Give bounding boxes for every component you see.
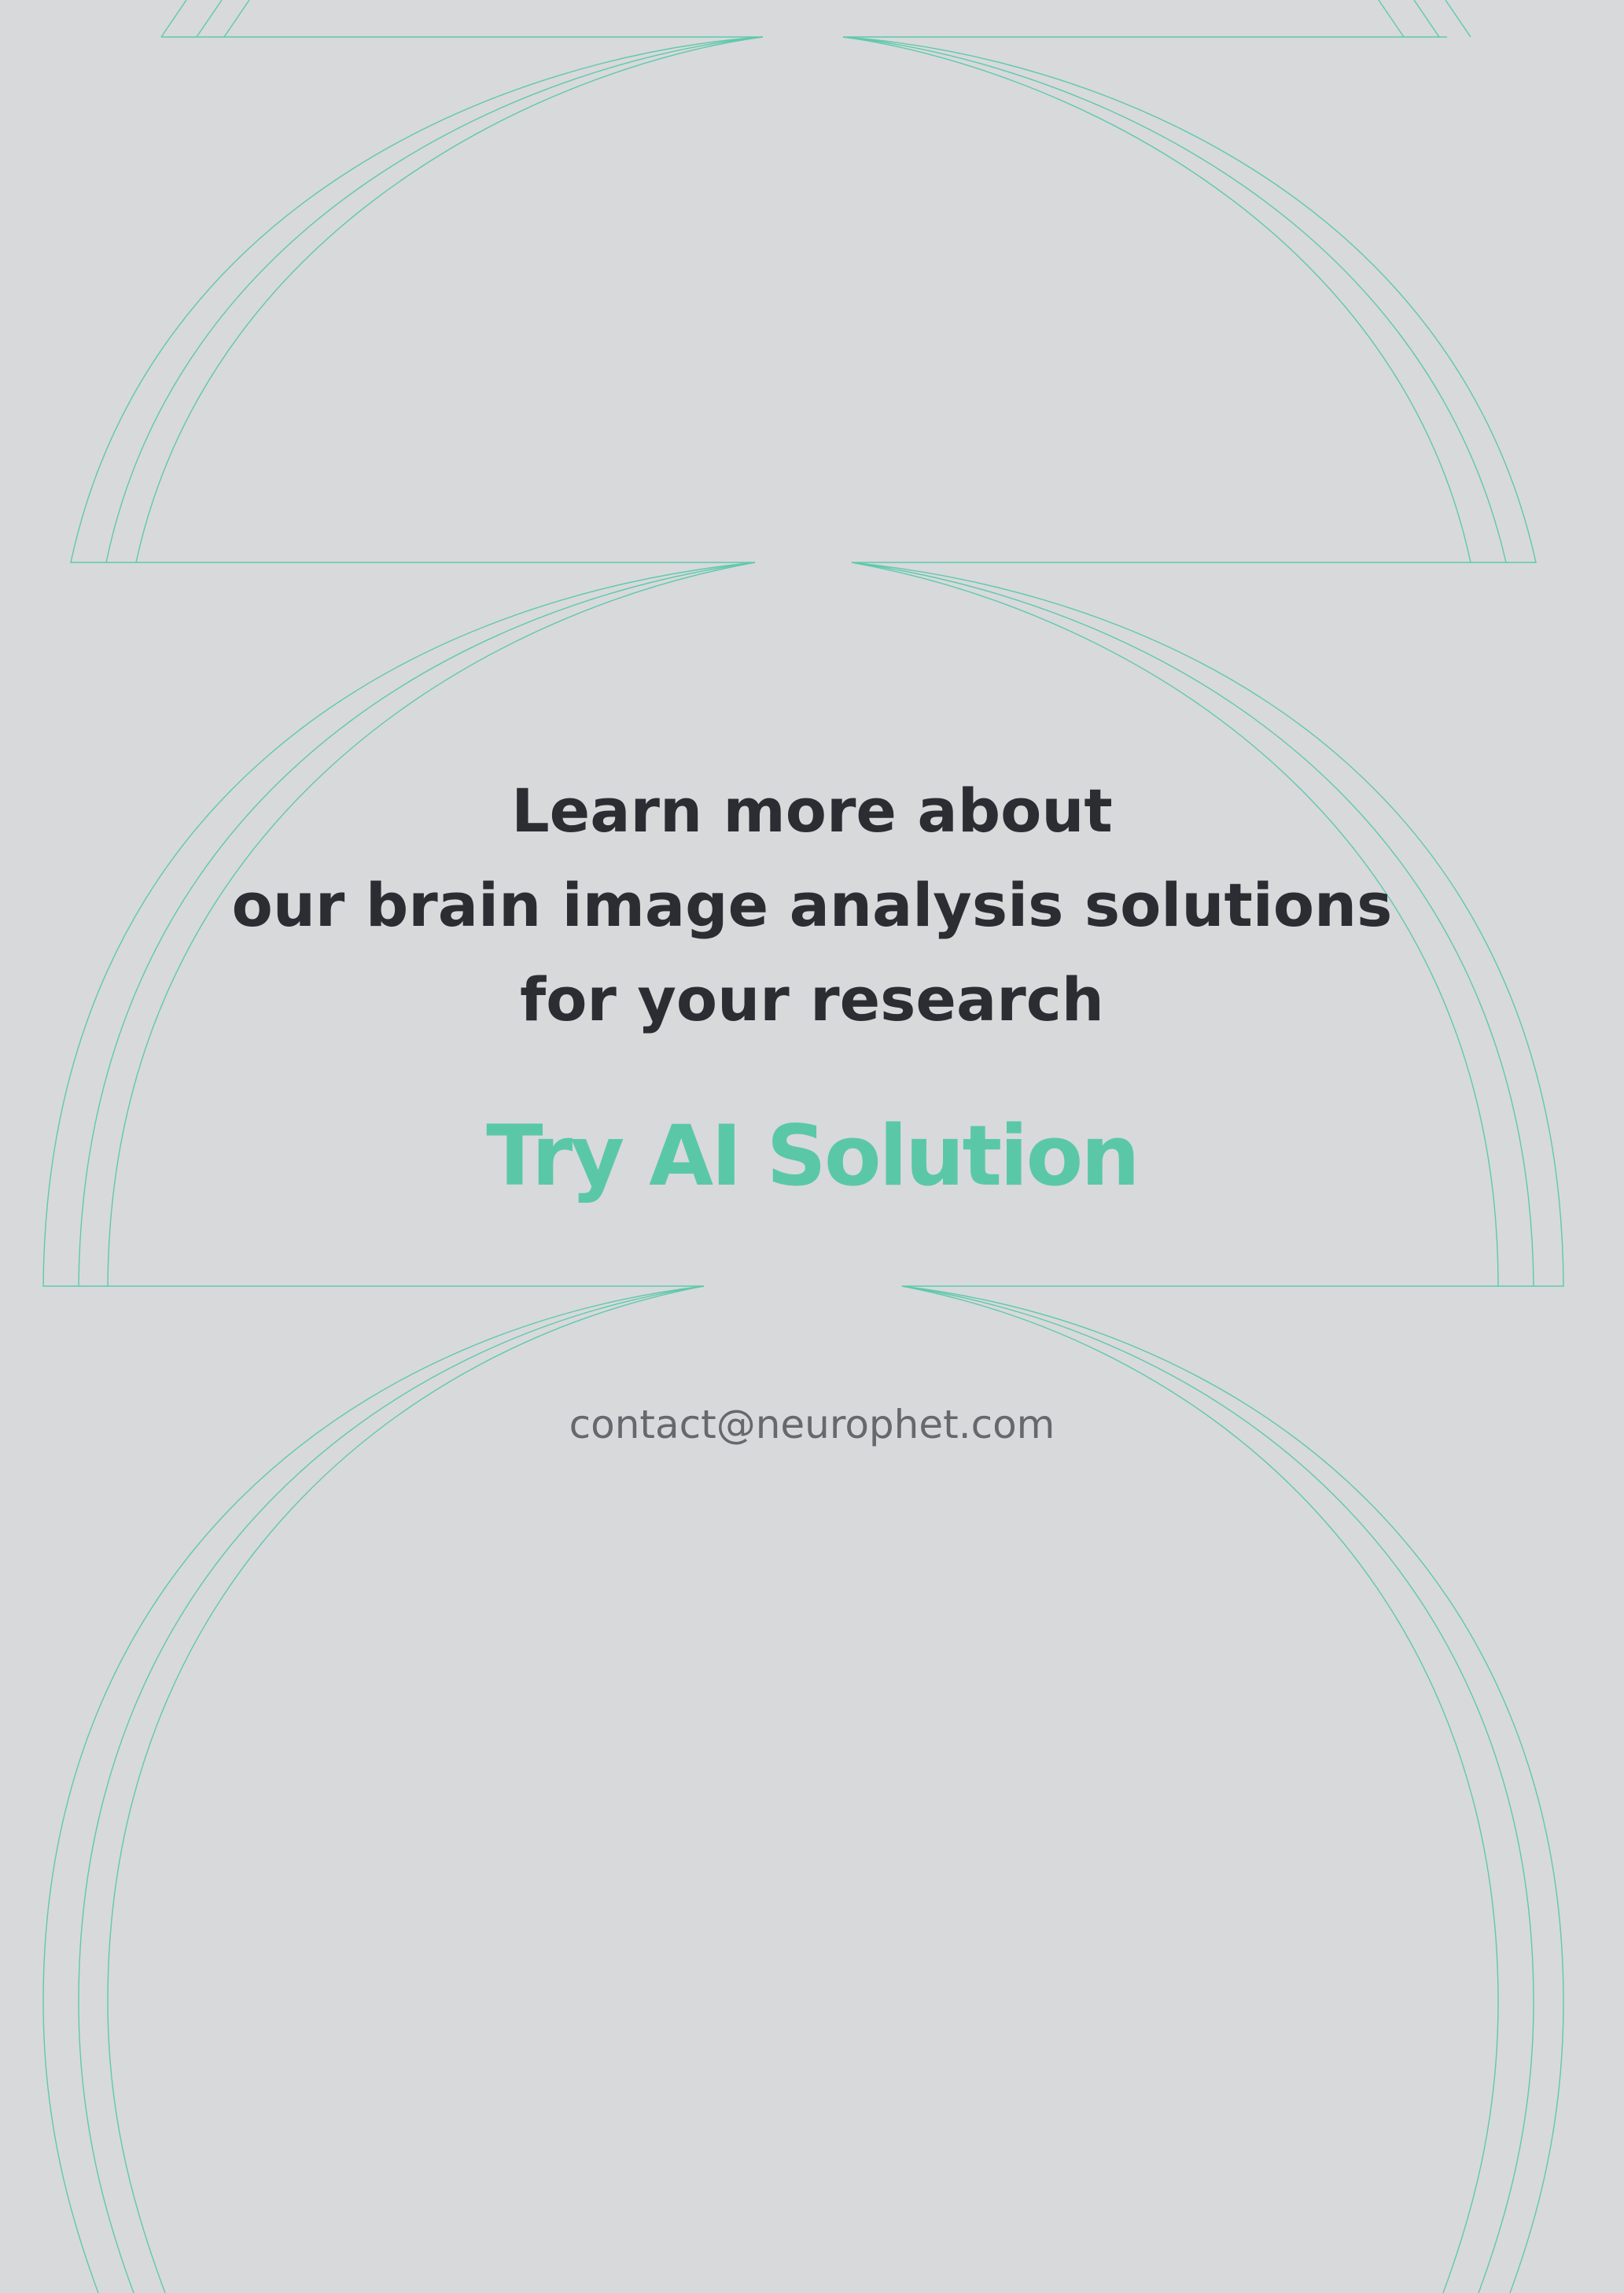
headline-line-2: our brain image analysis solutions: [231, 870, 1393, 940]
headline-line-1: Learn more about: [511, 776, 1113, 846]
brochure-back-page: Learn more about our brain image analysi…: [0, 0, 1624, 2293]
headline-line-3: for your research: [520, 964, 1104, 1034]
contact-email-link[interactable]: contact@neurophet.com: [0, 1402, 1624, 1447]
try-ai-solution-link[interactable]: Try AI Solution: [0, 1108, 1624, 1204]
